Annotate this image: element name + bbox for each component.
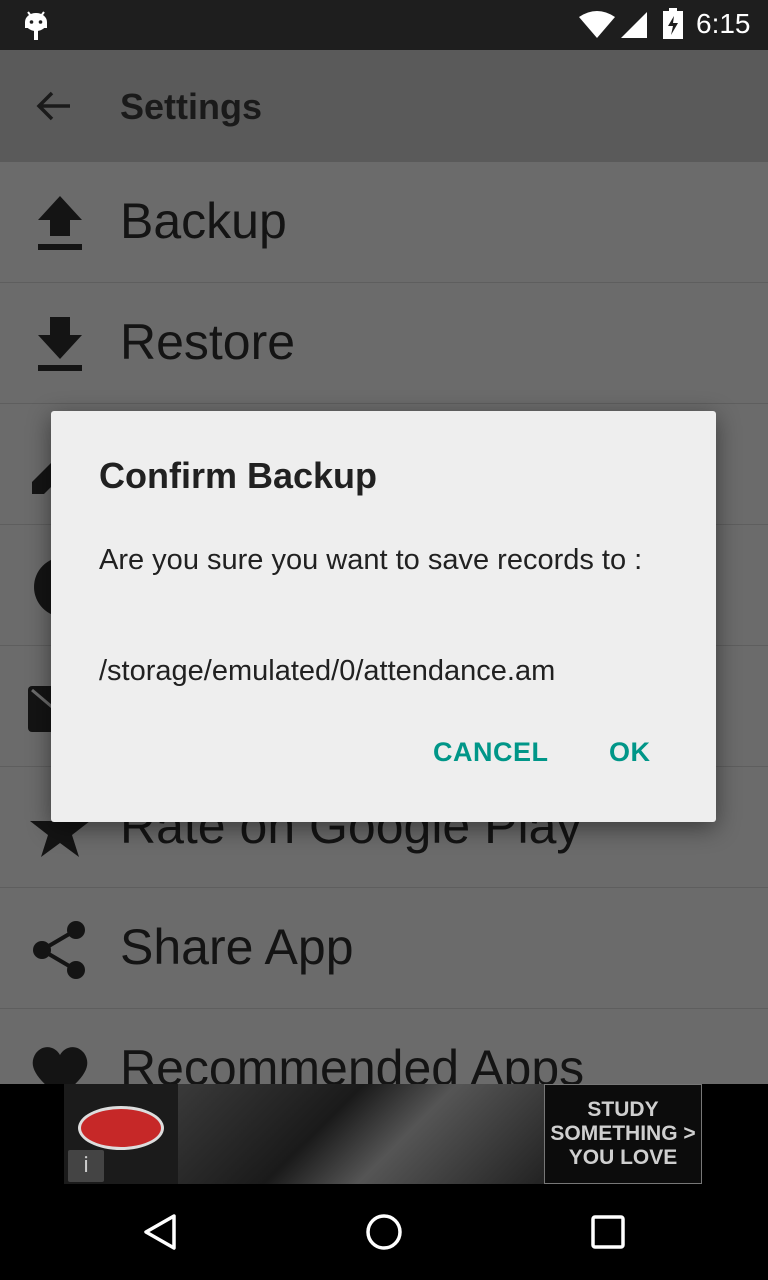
dialog-message: Are you sure you want to save records to… [99,544,643,576]
settings-item-label: Recommended Apps [120,1040,585,1084]
app-bar: Settings [0,50,768,162]
status-clock: 6:15 [696,8,751,39]
dialog-title: Confirm Backup [99,455,378,496]
ad-cta-line: YOU LOVE [568,1146,678,1169]
settings-item-backup[interactable]: Backup [0,162,768,283]
signal-icon [621,12,647,38]
dialog-path: /storage/emulated/0/attendance.am [99,655,556,687]
share-icon [33,921,85,979]
ad-cta-line: SOMETHING > [550,1122,696,1145]
ad-logo-oval [78,1106,164,1150]
settings-item-label: Restore [120,314,296,370]
nav-home-icon[interactable] [364,1212,404,1252]
heart-icon [32,1047,88,1084]
download-icon [38,317,82,371]
cancel-button[interactable]: CANCEL [433,737,549,768]
battery-icon [663,8,683,39]
confirm-backup-dialog: Confirm Backup Are you sure you want to … [51,411,716,822]
status-bar: 6:15 [0,0,768,50]
arrow-back-icon[interactable] [34,86,74,126]
upload-icon [38,196,82,250]
ad-info-icon[interactable]: i [68,1150,104,1182]
android-icon [25,11,47,40]
settings-item-recommended[interactable]: Recommended Apps [0,1009,768,1084]
navigation-bar [0,1184,768,1280]
nav-recents-icon[interactable] [590,1214,626,1250]
settings-item-label: Backup [120,193,287,249]
ok-button[interactable]: OK [609,737,651,768]
nav-back-icon[interactable] [140,1212,180,1252]
settings-item-restore[interactable]: Restore [0,283,768,404]
ad-image [178,1084,544,1184]
ad-cta-line: STUDY [587,1098,659,1121]
page-title: Settings [120,86,263,127]
settings-item-label: Share App [120,919,354,975]
ad-banner[interactable]: i STUDY SOMETHING > YOU LOVE [64,1084,702,1184]
ad-cta-button[interactable]: STUDY SOMETHING > YOU LOVE [544,1084,702,1184]
settings-item-share[interactable]: Share App [0,888,768,1009]
wifi-icon [579,11,615,38]
